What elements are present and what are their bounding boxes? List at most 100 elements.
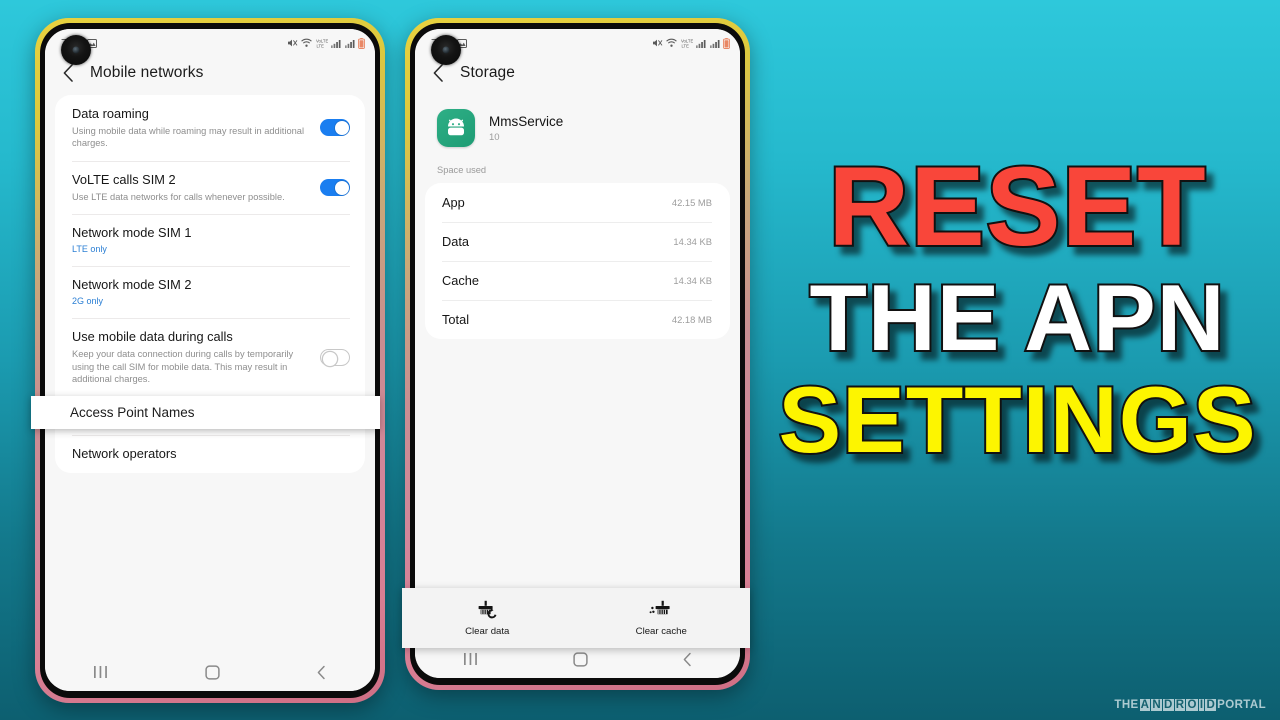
- back-icon[interactable]: [681, 652, 694, 667]
- watermark: THE ANDROID PORTAL: [1114, 699, 1266, 711]
- usage-row-app: App 42.15 MB: [425, 183, 730, 222]
- phone-left-frame: 7:20: [40, 23, 380, 698]
- row-text: Network mode SIM 1 LTE only: [72, 225, 350, 255]
- status-bar: 7:20: [45, 29, 375, 53]
- headline-overlay: RESET THE APN SETTINGS: [775, 144, 1260, 472]
- clear-data-label: Clear data: [465, 625, 510, 637]
- toggle-knob: [334, 180, 349, 195]
- row-title: Use mobile data during calls: [72, 329, 233, 345]
- status-bar-icons: VoLTE LTE: [652, 37, 731, 49]
- headline-line-3: SETTINGS: [776, 366, 1257, 472]
- setting-row-data-roaming[interactable]: Data roaming Using mobile data while roa…: [55, 95, 365, 161]
- svg-text:LTE: LTE: [681, 43, 689, 48]
- home-icon[interactable]: [572, 651, 588, 667]
- usage-value: 42.18 MB: [671, 314, 712, 325]
- front-camera-punchhole: [61, 35, 91, 65]
- usage-key: Total: [442, 312, 470, 327]
- clear-cache-label: Clear cache: [635, 625, 687, 637]
- usage-row-total: Total 42.18 MB: [425, 300, 730, 339]
- clear-cache-button[interactable]: Clear cache: [636, 600, 687, 637]
- row-title: Data roaming: [72, 106, 149, 121]
- usage-key: App: [442, 195, 465, 210]
- setting-row-network-operators[interactable]: Network operators: [55, 434, 365, 473]
- status-bar-icons: VoLTE LTE: [287, 37, 366, 49]
- back-chevron-icon[interactable]: [431, 63, 446, 83]
- settings-scroll-area[interactable]: Data roaming Using mobile data while roa…: [45, 95, 375, 653]
- clear-data-brush-icon: [478, 600, 497, 618]
- storage-scroll-area[interactable]: MmsService 10 Space used App 42.15 MB Da…: [415, 95, 740, 640]
- row-subtitle: Keep your data connection during calls b…: [72, 349, 294, 385]
- row-title: VoLTE calls SIM 2: [72, 171, 176, 187]
- back-chevron-icon[interactable]: [61, 63, 76, 83]
- android-robot-icon: [437, 109, 475, 147]
- signal-bars-icon: [331, 39, 341, 48]
- mute-icon: [652, 39, 662, 47]
- row-title: Network operators: [72, 445, 177, 461]
- access-point-names-highlight[interactable]: Access Point Names: [31, 396, 380, 429]
- wifi-icon: [301, 38, 312, 47]
- usage-key: Data: [442, 234, 470, 249]
- usage-value: 14.34 KB: [673, 236, 712, 247]
- svg-text:LTE: LTE: [316, 43, 324, 48]
- back-icon[interactable]: [315, 665, 328, 680]
- use-mobile-data-toggle[interactable]: [320, 349, 350, 367]
- clear-data-button[interactable]: Clear data: [465, 600, 509, 637]
- phone-left-screen: 7:20: [45, 29, 375, 691]
- page-title: Mobile networks: [90, 64, 204, 81]
- row-title: Network mode SIM 1: [72, 225, 192, 241]
- setting-row-network-mode-sim2[interactable]: Network mode SIM 2 2G only: [55, 266, 365, 318]
- volte-icon: VoLTE LTE: [681, 38, 693, 48]
- wifi-icon: [666, 38, 677, 47]
- signal-bars-icon: [696, 39, 706, 48]
- toggle-knob: [322, 351, 337, 366]
- signal-bars-icon: [344, 39, 354, 48]
- battery-icon: [358, 37, 365, 49]
- page-title: Storage: [460, 64, 515, 81]
- volte-calls-toggle[interactable]: [320, 179, 350, 197]
- usage-row-cache: Cache 14.34 KB: [425, 261, 730, 300]
- recents-icon[interactable]: [462, 652, 480, 666]
- usage-key: Cache: [442, 273, 479, 288]
- row-subtitle: Using mobile data while roaming may resu…: [72, 125, 305, 149]
- row-text: Network operators: [72, 446, 350, 462]
- usage-row-data: Data 14.34 KB: [425, 222, 730, 261]
- row-title: Network mode SIM 2: [72, 277, 192, 293]
- usage-value: 14.34 KB: [673, 275, 712, 286]
- headline-line-2: THE APN: [807, 264, 1226, 370]
- watermark-suffix: PORTAL: [1217, 699, 1266, 711]
- android-robot-glyph: [448, 118, 464, 136]
- section-label-space-used: Space used: [415, 165, 740, 183]
- access-point-names-label: Access Point Names: [70, 405, 195, 420]
- home-icon[interactable]: [205, 664, 220, 680]
- row-value: LTE only: [72, 244, 107, 255]
- phone-right-screen: 7:18: [415, 29, 740, 678]
- signal-bars-icon: [709, 39, 719, 48]
- row-text: Data roaming Using mobile data while roa…: [72, 106, 310, 150]
- setting-row-network-mode-sim1[interactable]: Network mode SIM 1 LTE only: [55, 214, 365, 266]
- usage-value: 42.15 MB: [671, 197, 712, 208]
- app-version: 10: [489, 131, 500, 143]
- front-camera-punchhole: [431, 35, 461, 65]
- setting-row-use-mobile-data-during-calls[interactable]: Use mobile data during calls Keep your d…: [55, 318, 365, 396]
- system-nav-bar: [45, 653, 375, 691]
- space-used-card: App 42.15 MB Data 14.34 KB Cache 14.34 K…: [425, 183, 730, 339]
- row-text: Network mode SIM 2 2G only: [72, 277, 350, 307]
- row-value: 2G only: [72, 296, 104, 307]
- headline-line-1: RESET: [826, 144, 1207, 269]
- phone-left: 7:20: [35, 18, 385, 703]
- row-text: Use mobile data during calls Keep your d…: [72, 329, 310, 385]
- watermark-boxed: ANDROID: [1139, 699, 1217, 711]
- setting-row-volte-calls-sim2[interactable]: VoLTE calls SIM 2 Use LTE data networks …: [55, 160, 365, 214]
- app-name: MmsService: [489, 113, 564, 129]
- status-bar: 7:18: [415, 29, 740, 53]
- clear-cache-brush-icon: [649, 600, 670, 614]
- battery-icon: [723, 37, 730, 49]
- mute-icon: [287, 39, 297, 47]
- volte-icon: VoLTE LTE: [316, 38, 328, 48]
- toggle-knob: [334, 120, 349, 135]
- app-meta: MmsService 10: [489, 114, 563, 143]
- app-header: MmsService 10: [415, 95, 740, 165]
- clear-actions-bar: Clear data Clear cache: [402, 588, 750, 648]
- data-roaming-toggle[interactable]: [320, 119, 350, 137]
- recents-icon[interactable]: [92, 665, 110, 679]
